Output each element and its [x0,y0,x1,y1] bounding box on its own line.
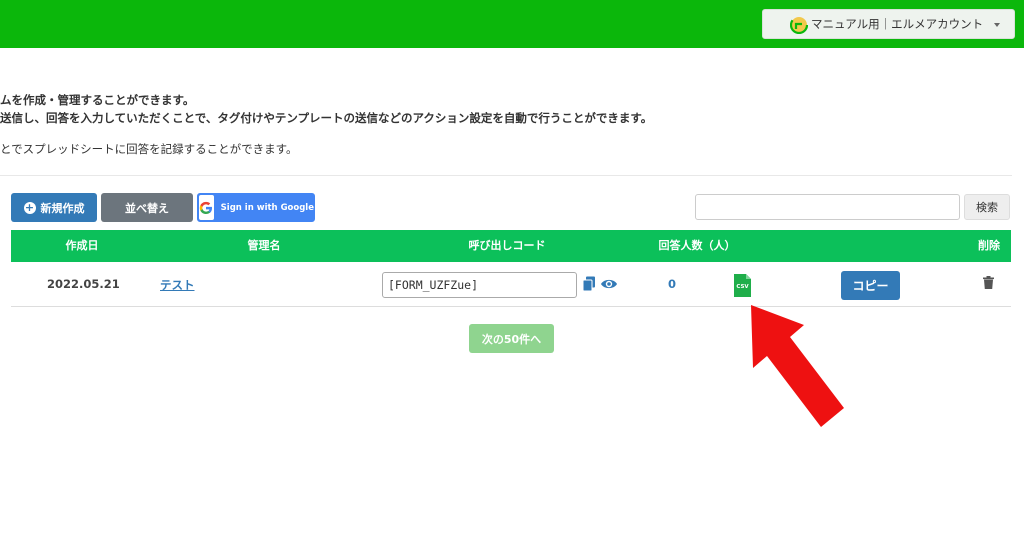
column-header-count: 回答人数（人） [658,239,736,252]
row-name-link[interactable]: テスト [160,277,195,293]
annotation-arrow-icon [751,305,844,427]
copy-form-button[interactable]: コピー [841,271,900,300]
search-button[interactable]: 検索 [964,194,1010,220]
column-header-name: 管理名 [247,239,281,252]
column-header-delete: 削除 [978,239,1000,252]
chevron-down-icon [994,23,1000,27]
search-input[interactable] [695,194,960,220]
trash-icon[interactable] [983,276,994,289]
column-header-code: 呼び出しコード [468,239,546,252]
row-date: 2022.05.21 [47,277,120,291]
table-header: 作成日 管理名 呼び出しコード 回答人数（人） 削除 [11,230,1011,262]
description-line-2: 送信し、回答を入力していただくことで、タグ付けやテンプレートの送信などのアクショ… [0,111,653,125]
copy-code-icon[interactable] [582,276,596,292]
plus-icon: + [23,200,36,214]
google-logo-icon [199,195,214,220]
preview-eye-icon[interactable] [600,278,618,290]
new-form-button[interactable]: + 新規作成 [11,193,97,222]
account-dropdown[interactable]: マニュアル用｜エルメアカウント [762,9,1015,39]
top-header: マニュアル用｜エルメアカウント [0,0,1024,48]
next-page-button[interactable]: 次の50件へ [469,324,554,353]
google-signin-button[interactable]: Sign in with Google [197,193,315,222]
call-code-field[interactable] [382,272,577,298]
account-logo-icon [790,16,808,34]
description-line-3: とでスプレッドシートに回答を記録することができます。 [0,142,298,156]
response-count: 0 [668,277,677,291]
sort-button[interactable]: 並べ替え [101,193,193,222]
csv-download-icon[interactable]: CSV [734,274,751,297]
new-form-label: 新規作成 [40,201,85,215]
section-divider [0,175,1012,176]
description-line-1: ムを作成・管理することができます。 [0,93,195,107]
row-divider [11,306,1011,307]
sort-label: 並べ替え [125,201,169,215]
column-header-date: 作成日 [65,239,99,252]
google-signin-label: Sign in with Google [220,202,314,213]
account-name: マニュアル用｜エルメアカウント [811,17,984,31]
csv-label: CSV [736,284,749,290]
